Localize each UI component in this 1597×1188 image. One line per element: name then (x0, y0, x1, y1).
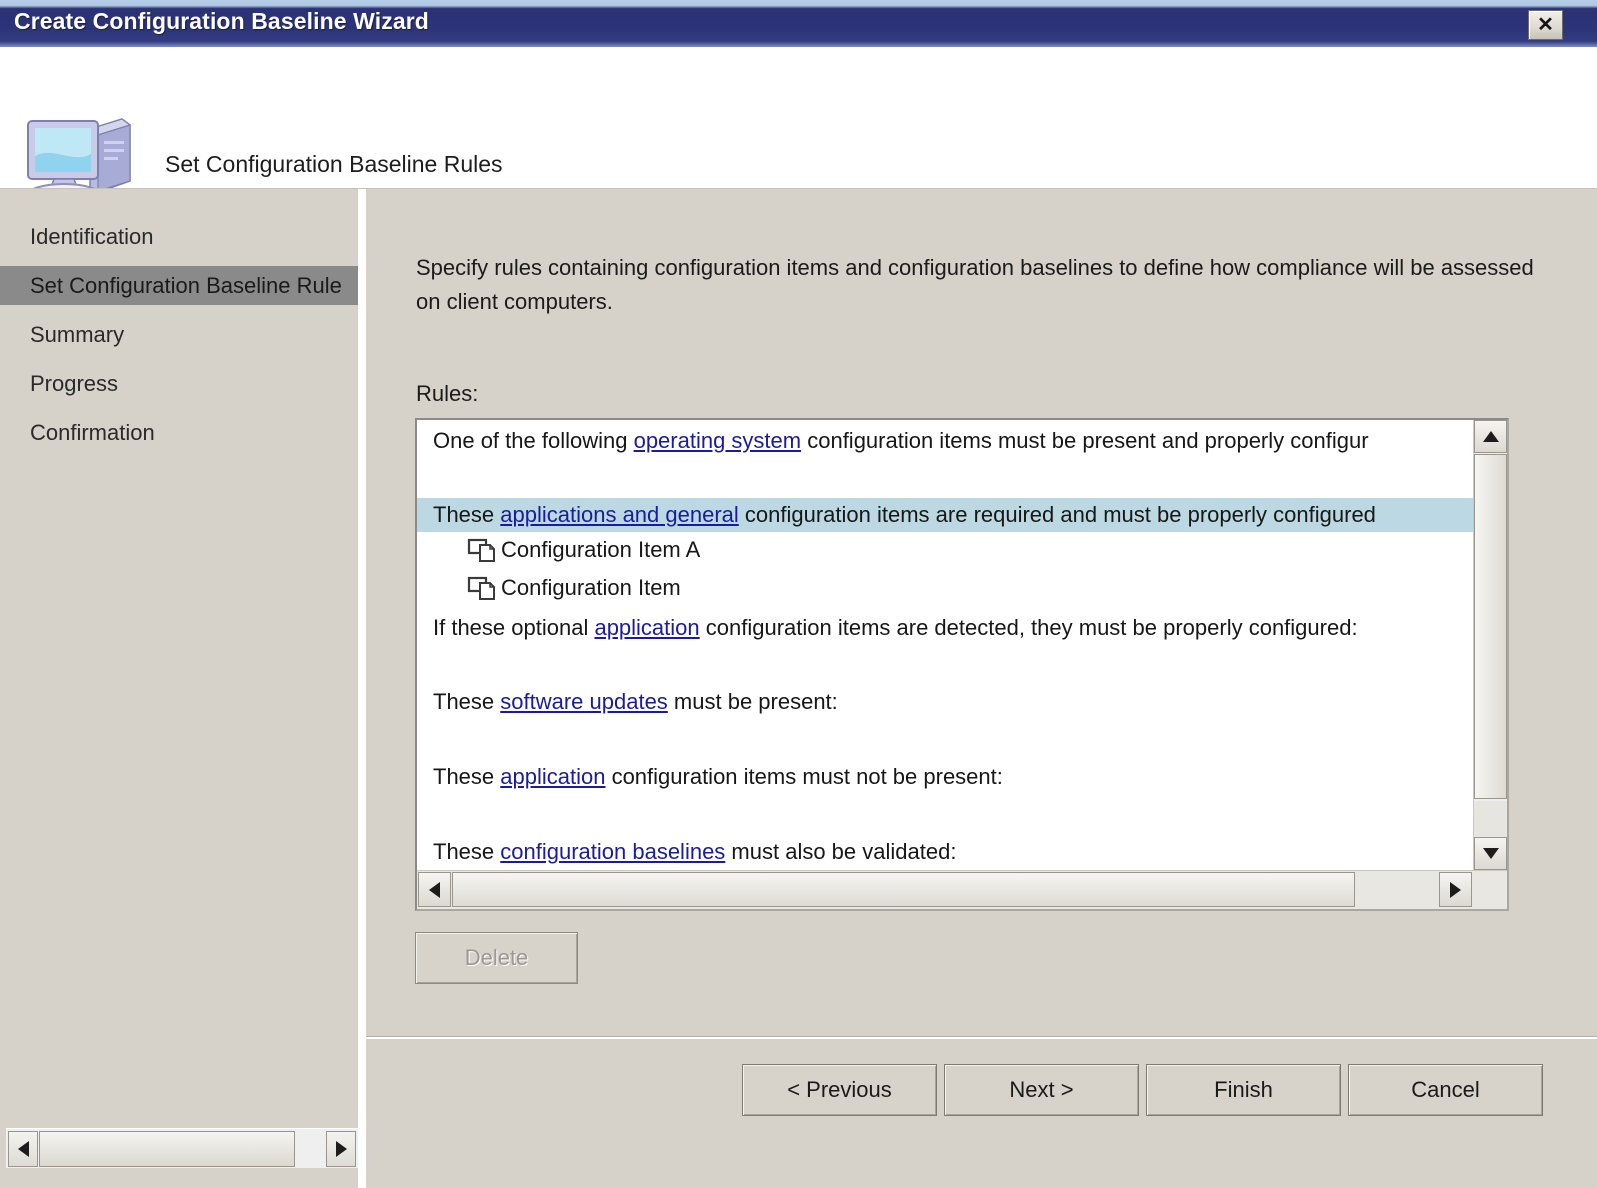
sidebar-item-label: Confirmation (30, 419, 155, 445)
finish-button[interactable]: Finish (1146, 1064, 1341, 1116)
scroll-up-icon[interactable] (1474, 420, 1507, 453)
cancel-button-label: Cancel (1411, 1077, 1480, 1102)
wizard-step-sidebar: Identification Set Configuration Baselin… (0, 189, 358, 1188)
rule-suffix: configuration items must not be present: (605, 764, 1003, 789)
rule-prefix: These (433, 689, 501, 714)
scroll-right-icon[interactable] (1439, 872, 1472, 907)
title-bar: Create Configuration Baseline Wizard (0, 0, 1597, 47)
configuration-item-icon (467, 573, 497, 603)
rule-link-optional-application[interactable]: application (594, 615, 699, 640)
sidebar-divider (358, 189, 366, 1188)
rule-link-software-updates[interactable]: software updates (500, 689, 668, 714)
rule-prefix: These (433, 839, 501, 864)
rules-horizontal-scrollbar[interactable] (417, 870, 1507, 909)
footer-divider (366, 1036, 1597, 1039)
page-title: Set Configuration Baseline Rules (165, 151, 503, 177)
rules-label: Rules: (416, 381, 479, 406)
rule-row[interactable]: These application configuration items mu… (417, 760, 1477, 794)
scrollbar-thumb[interactable] (39, 1131, 295, 1167)
sidebar-item-identification[interactable]: Identification (0, 217, 358, 256)
computer-icon (18, 103, 136, 188)
close-icon[interactable]: ✕ (1528, 10, 1563, 40)
close-glyph: ✕ (1537, 14, 1554, 36)
list-item-label: Configuration Item (501, 575, 681, 600)
scrollbar-thumb[interactable] (1474, 454, 1507, 799)
cancel-button[interactable]: Cancel (1348, 1064, 1543, 1116)
list-item[interactable]: Configuration Item (417, 573, 1477, 603)
next-button[interactable]: Next > (944, 1064, 1139, 1116)
rule-row[interactable]: One of the following operating system co… (417, 424, 1477, 458)
rule-link-operating-system[interactable]: operating system (634, 428, 802, 453)
sidebar-item-label: Set Configuration Baseline Rule (30, 272, 342, 298)
sidebar-horizontal-scrollbar[interactable] (6, 1128, 358, 1168)
finish-button-label: Finish (1214, 1077, 1273, 1102)
rule-prefix: These (433, 502, 501, 527)
rule-suffix: must be present: (667, 689, 838, 714)
rules-listbox[interactable]: One of the following operating system co… (415, 418, 1509, 911)
previous-button[interactable]: < Previous (742, 1064, 937, 1116)
sidebar-item-set-configuration-baseline-rules[interactable]: Set Configuration Baseline Rule (0, 266, 358, 305)
delete-button-label: Delete (464, 945, 529, 970)
rule-prefix: If these optional (433, 615, 595, 640)
sidebar-item-summary[interactable]: Summary (0, 315, 358, 354)
sidebar-item-confirmation[interactable]: Confirmation (0, 413, 358, 452)
scroll-left-icon[interactable] (418, 872, 451, 907)
rule-suffix: configuration items are required and mus… (738, 502, 1376, 527)
scrollbar-thumb[interactable] (452, 872, 1355, 907)
rules-list-viewport: One of the following operating system co… (417, 420, 1477, 870)
sidebar-item-label: Identification (30, 223, 154, 249)
rule-prefix: One of the following (433, 428, 634, 453)
sidebar-item-progress[interactable]: Progress (0, 364, 358, 403)
next-button-label: Next > (1009, 1077, 1074, 1102)
rule-suffix: configuration items must be present and … (801, 428, 1369, 453)
sidebar-item-label: Progress (30, 370, 119, 396)
window-title: Create Configuration Baseline Wizard (14, 8, 429, 34)
scrollbar-track[interactable] (1474, 801, 1507, 837)
rule-row[interactable]: These software updates must be present: (417, 685, 1477, 719)
list-item[interactable]: Configuration Item A (417, 535, 1477, 565)
header-banner: Set Configuration Baseline Rules (0, 47, 1597, 189)
intro-text: Specify rules containing configuration i… (416, 255, 1534, 314)
rule-link-applications-and-general[interactable]: applications and general (500, 502, 739, 527)
wizard-window: Create Configuration Baseline Wizard ✕ S… (0, 0, 1597, 1188)
rule-suffix: must also be validated: (725, 839, 957, 864)
rule-prefix: These (433, 764, 501, 789)
rule-link-application-not-present[interactable]: application (500, 764, 605, 789)
delete-button[interactable]: Delete (415, 932, 578, 984)
rule-row[interactable]: These configuration baselines must also … (417, 835, 1477, 869)
rules-vertical-scrollbar[interactable] (1473, 420, 1507, 870)
previous-button-label: < Previous (787, 1077, 892, 1102)
list-item-label: Configuration Item A (501, 537, 701, 562)
rule-link-configuration-baselines[interactable]: configuration baselines (500, 839, 725, 864)
rule-suffix: configuration items are detected, they m… (699, 615, 1358, 640)
rule-row[interactable]: If these optional application configurat… (417, 611, 1477, 645)
scroll-left-icon[interactable] (8, 1131, 38, 1167)
scroll-right-icon[interactable] (326, 1131, 356, 1167)
configuration-item-icon (467, 535, 497, 565)
scroll-down-icon[interactable] (1474, 837, 1507, 870)
rule-row[interactable]: These applications and general configura… (417, 498, 1477, 532)
sidebar-item-label: Summary (30, 321, 125, 347)
